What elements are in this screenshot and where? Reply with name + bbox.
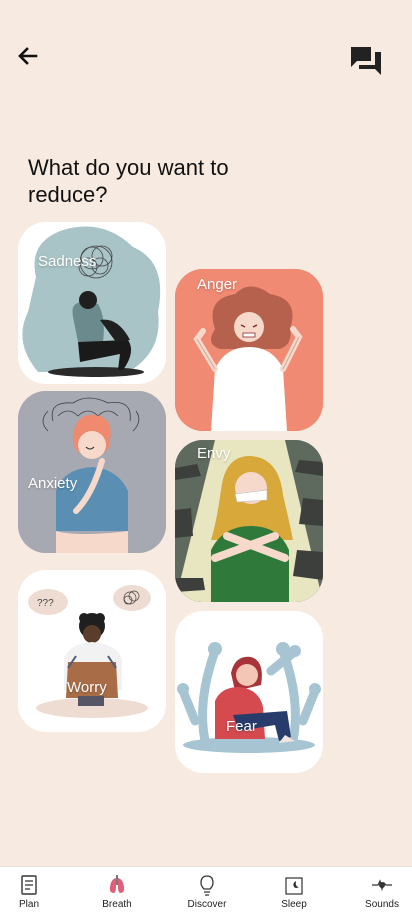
lungs-icon xyxy=(109,875,125,893)
envy-illustration xyxy=(175,440,323,602)
music-note-icon xyxy=(372,879,392,892)
nav-item-sounds[interactable]: Sounds xyxy=(347,867,412,917)
nav-item-plan[interactable]: Plan xyxy=(0,867,64,917)
nav-item-breath[interactable]: Breath xyxy=(82,867,152,917)
emotion-card-sadness[interactable]: Sadness xyxy=(18,222,166,384)
emotion-label: Fear xyxy=(226,718,257,735)
emotion-label: Envy xyxy=(197,445,231,462)
chat-button[interactable] xyxy=(348,44,384,78)
fear-illustration xyxy=(177,642,321,753)
nav-item-sleep[interactable]: Sleep xyxy=(259,867,329,917)
nav-label: Sleep xyxy=(281,899,307,910)
nav-label: Plan xyxy=(18,899,39,910)
lightbulb-icon xyxy=(200,875,214,896)
notepad-icon xyxy=(21,875,37,895)
back-button[interactable] xyxy=(14,42,42,70)
bottom-navigation: Plan Breath Discover Sleep Sounds xyxy=(0,866,412,917)
svg-text:???: ??? xyxy=(37,598,54,609)
emotion-card-envy[interactable]: Envy xyxy=(175,440,323,602)
page-title: What do you want to reduce? xyxy=(28,155,229,207)
top-bar xyxy=(0,0,412,110)
worry-illustration: ??? xyxy=(28,585,151,718)
nav-label: Breath xyxy=(102,899,132,910)
arrow-left-icon xyxy=(18,47,38,65)
nav-item-discover[interactable]: Discover xyxy=(172,867,242,917)
nav-label: Discover xyxy=(187,899,227,910)
chat-bubbles-icon xyxy=(351,47,381,75)
emotion-label: Sadness xyxy=(38,253,97,270)
sadness-illustration xyxy=(22,226,161,377)
emotion-card-anxiety[interactable]: Anxiety xyxy=(18,391,166,553)
emotion-label: Anxiety xyxy=(28,475,78,492)
moon-window-icon xyxy=(285,877,303,895)
emotion-card-worry[interactable]: ??? Worry xyxy=(18,570,166,732)
nav-label: Sounds xyxy=(365,899,399,910)
emotion-card-fear[interactable]: Fear xyxy=(175,611,323,773)
emotion-label: Anger xyxy=(197,276,238,293)
emotion-card-anger[interactable]: Anger xyxy=(175,269,323,431)
anger-illustration xyxy=(175,269,323,431)
anxiety-illustration xyxy=(18,391,166,553)
emotion-label: Worry xyxy=(67,679,107,696)
